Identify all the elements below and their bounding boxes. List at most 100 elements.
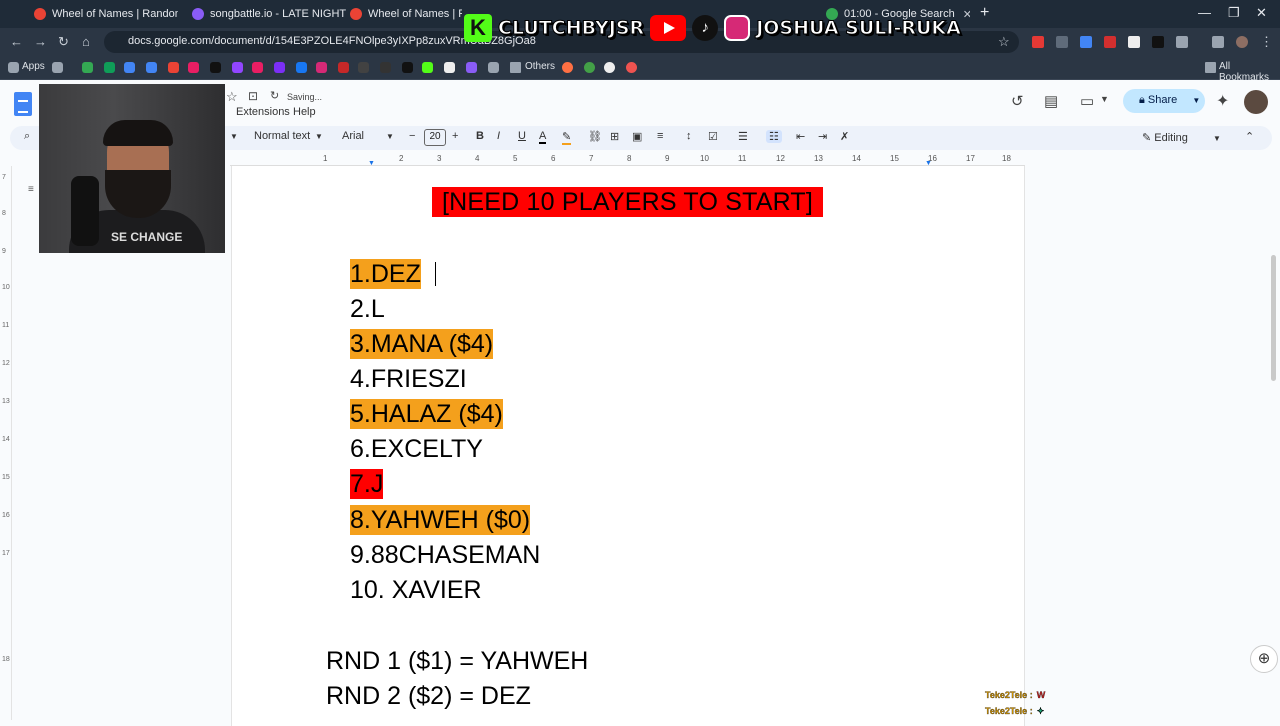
chevron-down-icon[interactable]: ▼ bbox=[1100, 94, 1109, 104]
bookmark-icon[interactable] bbox=[466, 62, 477, 73]
bookmark-icon[interactable] bbox=[584, 62, 595, 73]
move-folder-icon[interactable]: ⊡ bbox=[248, 89, 258, 103]
bookmark-icon[interactable] bbox=[626, 62, 637, 73]
vertical-scrollbar[interactable] bbox=[1271, 255, 1276, 381]
line-spacing-icon[interactable]: ↕ bbox=[686, 130, 692, 142]
forward-icon[interactable]: → bbox=[34, 34, 47, 49]
editing-mode-select[interactable]: ✎ Editing ▼ bbox=[1134, 127, 1230, 147]
add-comment-icon[interactable]: ⊞ bbox=[610, 130, 619, 143]
bookmark-icon[interactable] bbox=[274, 62, 285, 73]
underline-icon[interactable]: U bbox=[518, 130, 526, 142]
insert-link-icon[interactable]: ⛓ bbox=[588, 130, 602, 143]
list-item: 7.J bbox=[350, 469, 384, 499]
text-color-icon[interactable]: A bbox=[539, 130, 547, 144]
increase-indent-icon[interactable]: ⇥ bbox=[818, 130, 827, 143]
puzzle-icon[interactable] bbox=[1176, 36, 1188, 48]
extension-icon[interactable] bbox=[1080, 36, 1092, 48]
search-menus-icon[interactable]: ⌕ bbox=[24, 130, 30, 143]
outline-icon[interactable]: ≡ bbox=[28, 184, 34, 195]
back-icon[interactable]: ← bbox=[10, 34, 23, 49]
bulleted-list-icon[interactable]: ☰ bbox=[738, 130, 748, 143]
insert-image-icon[interactable]: ▣ bbox=[632, 130, 642, 143]
ruler-number: 4 bbox=[475, 154, 480, 163]
share-button[interactable]: 🔒︎ Share ▼ bbox=[1123, 89, 1205, 113]
bookmark-icon[interactable] bbox=[82, 62, 93, 73]
menu-help[interactable]: Help bbox=[293, 106, 316, 118]
minimize-icon[interactable]: — bbox=[1198, 5, 1211, 20]
extension-icon[interactable] bbox=[1056, 36, 1068, 48]
chevron-down-icon[interactable]: ▼ bbox=[1192, 96, 1200, 105]
numbered-list-icon[interactable]: ☷ bbox=[766, 130, 782, 143]
chevron-down-icon[interactable]: ▼ bbox=[230, 132, 238, 141]
instagram-icon[interactable] bbox=[316, 62, 327, 73]
bookmark-star-icon[interactable]: ☆ bbox=[998, 34, 1010, 50]
star-icon[interactable]: ☆ bbox=[226, 89, 238, 105]
close-window-icon[interactable]: ✕ bbox=[1256, 5, 1267, 21]
google-docs-logo-icon[interactable] bbox=[14, 92, 32, 116]
collapse-menus-icon[interactable]: ⌃ bbox=[1245, 130, 1254, 143]
bookmark-icon[interactable] bbox=[252, 62, 263, 73]
paragraph-style-select[interactable]: Normal text bbox=[254, 130, 310, 142]
decrease-indent-icon[interactable]: ⇤ bbox=[796, 130, 805, 143]
close-icon[interactable]: ✕ bbox=[963, 8, 970, 21]
x-icon[interactable] bbox=[402, 62, 413, 73]
increase-font-icon[interactable]: + bbox=[452, 130, 458, 142]
bookmark-icon[interactable] bbox=[188, 62, 199, 73]
align-icon[interactable]: ≡ bbox=[657, 130, 663, 142]
facebook-icon[interactable] bbox=[296, 62, 307, 73]
kick-icon[interactable] bbox=[422, 62, 433, 73]
reload-icon[interactable]: ↻ bbox=[58, 34, 69, 50]
adblock-icon[interactable] bbox=[1032, 36, 1044, 48]
bookmark-icon[interactable] bbox=[562, 62, 573, 73]
tiktok-icon[interactable] bbox=[210, 62, 221, 73]
menu-extensions[interactable]: Extensions bbox=[236, 106, 290, 118]
version-history-icon[interactable]: ↺ bbox=[1011, 92, 1024, 110]
extension-icon[interactable] bbox=[1128, 36, 1140, 48]
browser-tab[interactable]: songbattle.io - LATE NIGHT VIB ✕ bbox=[186, 4, 346, 24]
highlight-color-icon[interactable]: ✎ bbox=[562, 130, 572, 145]
bookmark-icon[interactable] bbox=[168, 62, 179, 73]
font-size-input[interactable]: 20 bbox=[424, 129, 446, 146]
font-select[interactable]: Arial bbox=[342, 130, 364, 142]
bookmark-icon[interactable] bbox=[338, 62, 349, 73]
bookmark-icon[interactable] bbox=[444, 62, 455, 73]
player-name: MANA ($4) bbox=[370, 330, 494, 358]
menu-dots-icon[interactable]: ⋮ bbox=[1260, 34, 1273, 50]
italic-icon[interactable]: I bbox=[497, 130, 500, 142]
list-number: 9. bbox=[350, 541, 371, 569]
grid-icon[interactable] bbox=[52, 62, 63, 73]
bookmark-icon[interactable] bbox=[380, 62, 391, 73]
clear-formatting-icon[interactable]: ✗ bbox=[840, 130, 849, 143]
decrease-font-icon[interactable]: − bbox=[409, 130, 415, 142]
chevron-down-icon[interactable]: ▼ bbox=[386, 132, 394, 141]
sheets-icon[interactable] bbox=[104, 62, 115, 73]
list-number: 4. bbox=[350, 365, 371, 393]
meet-icon[interactable]: ▭ bbox=[1080, 92, 1094, 110]
chevron-down-icon[interactable]: ▼ bbox=[315, 132, 323, 141]
account-avatar[interactable] bbox=[1244, 90, 1268, 114]
bookmark-folder-others[interactable]: Others bbox=[525, 61, 555, 72]
zoom-explore-icon[interactable]: ⊕ bbox=[1250, 645, 1278, 673]
maximize-icon[interactable]: ❐ bbox=[1228, 5, 1240, 21]
extension-icon[interactable] bbox=[1152, 36, 1164, 48]
browser-tab[interactable]: Wheel of Names | Random bbox=[344, 4, 462, 24]
browser-tab[interactable]: Wheel of Names | Random nam ✕ bbox=[28, 4, 178, 24]
bookmark-icon[interactable] bbox=[604, 62, 615, 73]
new-tab-icon[interactable]: + bbox=[980, 4, 989, 22]
vertical-ruler: 7 8 9 10 11 12 13 14 15 16 17 18 bbox=[0, 166, 12, 720]
home-icon[interactable]: ⌂ bbox=[82, 34, 90, 49]
profile-avatar[interactable] bbox=[1236, 36, 1248, 48]
bookmark-icon[interactable] bbox=[124, 62, 135, 73]
media-icon[interactable] bbox=[1212, 36, 1224, 48]
checklist-icon[interactable]: ☑ bbox=[708, 130, 718, 143]
bookmark-icon[interactable] bbox=[358, 62, 369, 73]
comments-icon[interactable]: ▤ bbox=[1044, 92, 1058, 110]
bold-icon[interactable]: B bbox=[476, 130, 484, 142]
gemini-sparkle-icon[interactable]: ✦ bbox=[1216, 91, 1229, 111]
bookmark-icon[interactable] bbox=[488, 62, 499, 73]
docs-icon[interactable] bbox=[146, 62, 157, 73]
twitch-icon[interactable] bbox=[232, 62, 243, 73]
list-item: 5.HALAZ ($4) bbox=[350, 399, 503, 429]
pdf-icon[interactable] bbox=[1104, 36, 1116, 48]
bookmark-apps[interactable]: Apps bbox=[22, 61, 45, 72]
